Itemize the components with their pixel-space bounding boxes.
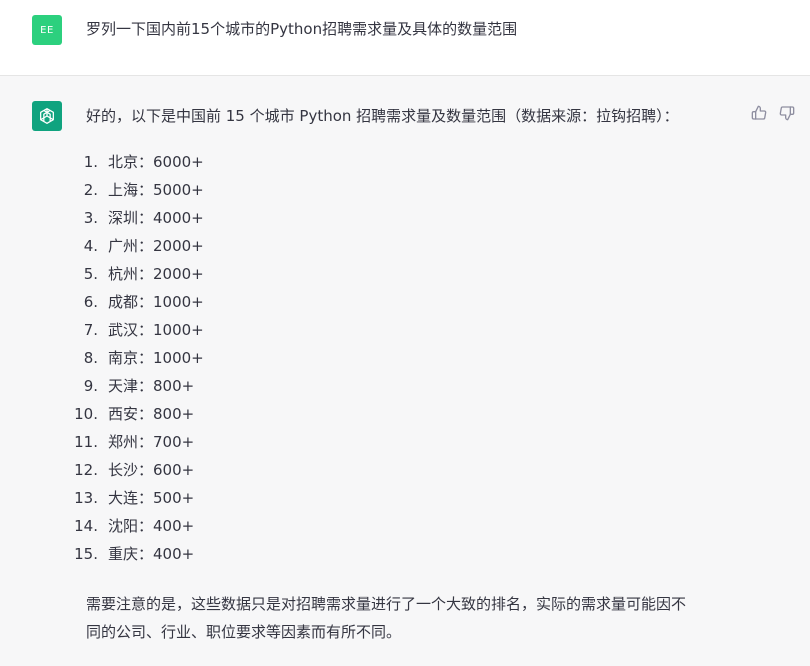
list-item-number: 6. [83, 293, 98, 311]
list-item-text: 南京：1000+ [108, 349, 204, 367]
list-item-number: 11. [74, 433, 98, 451]
list-item-text: 天津：800+ [108, 377, 195, 395]
openai-logo-icon [32, 101, 62, 131]
user-message-text: 罗列一下国内前15个城市的Python招聘需求量及具体的数量范围 [86, 20, 518, 38]
thumbs-down-icon[interactable] [777, 103, 797, 123]
list-item-text: 郑州：700+ [108, 433, 195, 451]
user-message-row: EE 罗列一下国内前15个城市的Python招聘需求量及具体的数量范围 [0, 0, 810, 76]
list-item-number: 13. [74, 489, 98, 507]
list-item-text: 成都：1000+ [108, 293, 204, 311]
list-item-text: 武汉：1000+ [108, 321, 204, 339]
note-line-2: 同的公司、行业、职位要求等因素而有所不同。 [86, 623, 402, 641]
list-item-number: 4. [83, 237, 98, 255]
note-line-1: 需要注意的是，这些数据只是对招聘需求量进行了一个大致的排名，实际的需求量可能因不 [86, 595, 687, 613]
list-item-number: 2. [83, 181, 98, 199]
list-item-number: 7. [83, 321, 98, 339]
list-item-number: 12. [74, 461, 98, 479]
user-avatar: EE [32, 15, 62, 45]
list-item-number: 14. [74, 517, 98, 535]
list-item-number: 5. [83, 265, 98, 283]
list-item-text: 西安：800+ [108, 405, 195, 423]
list-item-text: 重庆：400+ [108, 545, 195, 563]
list-item-number: 8. [83, 349, 98, 367]
list-item-number: 9. [83, 377, 98, 395]
list-item-text: 北京：6000+ [108, 153, 204, 171]
list-item-text: 深圳：4000+ [108, 209, 204, 227]
list-item-number: 10. [74, 405, 98, 423]
thumbs-up-icon[interactable] [749, 103, 769, 123]
assistant-message-row: 好的，以下是中国前 15 个城市 Python 招聘需求量及数量范围（数据来源：… [0, 76, 810, 666]
list-item-text: 长沙：600+ [108, 461, 195, 479]
list-item-text: 上海：5000+ [108, 181, 204, 199]
list-item-number: 1. [83, 153, 98, 171]
assistant-intro-text: 好的，以下是中国前 15 个城市 Python 招聘需求量及数量范围（数据来源：… [86, 107, 679, 125]
list-item-text: 杭州：2000+ [108, 265, 204, 283]
assistant-note: 需要注意的是，这些数据只是对招聘需求量进行了一个大致的排名，实际的需求量可能因不… [86, 590, 746, 646]
list-item-text: 沈阳：400+ [108, 517, 195, 535]
list-item-text: 广州：2000+ [108, 237, 204, 255]
list-item-text: 大连：500+ [108, 489, 195, 507]
list-item-number: 3. [83, 209, 98, 227]
list-item-number: 15. [74, 545, 98, 563]
